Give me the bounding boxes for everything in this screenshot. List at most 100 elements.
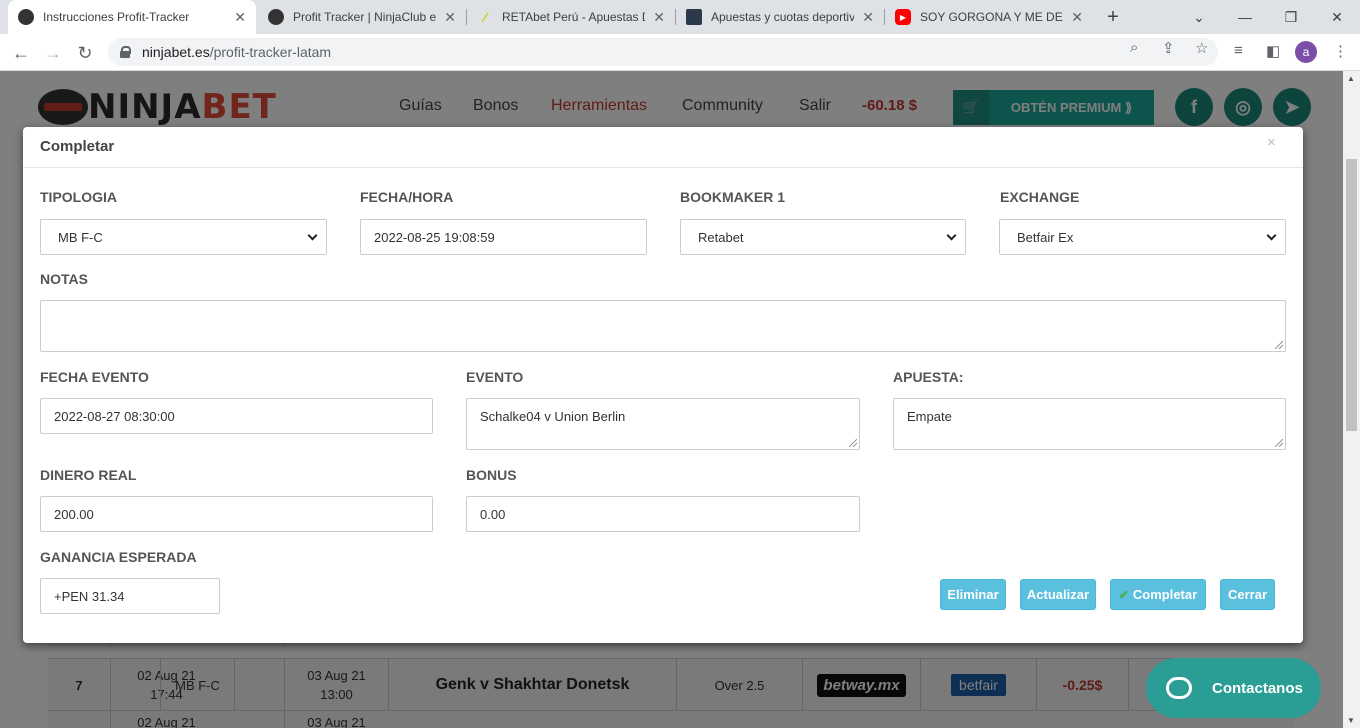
page-scrollbar[interactable]: ▲ ▼ bbox=[1343, 71, 1360, 728]
close-icon: ✕ bbox=[1331, 8, 1343, 25]
chevron-down-icon bbox=[307, 230, 318, 240]
completar-label: Completar bbox=[1132, 587, 1198, 602]
reload-button[interactable]: ↻ bbox=[72, 40, 98, 66]
tab-title: SOY GORGONA Y ME DEST bbox=[920, 10, 1064, 24]
completar-button[interactable]: ✔ Completar bbox=[1110, 579, 1206, 610]
betting-favicon-icon bbox=[686, 9, 702, 25]
chevron-down-icon bbox=[1266, 230, 1277, 240]
lock-icon bbox=[120, 46, 131, 58]
exchange-select[interactable]: Betfair Ex bbox=[999, 219, 1286, 255]
resize-grip-icon[interactable] bbox=[1275, 341, 1283, 349]
fecha-evento-input[interactable]: 2022-08-27 08:30:00 bbox=[40, 398, 433, 434]
resize-grip-icon[interactable] bbox=[1275, 439, 1283, 447]
more-menu-icon[interactable]: ⋮ bbox=[1333, 42, 1348, 60]
minimize-button[interactable]: — bbox=[1222, 0, 1268, 34]
tab-title: Instrucciones Profit-Tracker bbox=[43, 10, 190, 24]
bookmaker-label: BOOKMAKER 1 bbox=[680, 189, 786, 205]
chat-label: Contactanos bbox=[1212, 679, 1303, 697]
close-window-button[interactable]: ✕ bbox=[1314, 0, 1360, 34]
arrow-right-icon: → bbox=[44, 42, 62, 63]
url-path: /profit-tracker-latam bbox=[209, 44, 332, 60]
evento-label: EVENTO bbox=[466, 369, 524, 385]
minimize-icon: — bbox=[1238, 9, 1252, 25]
close-tab-icon[interactable]: ✕ bbox=[653, 9, 665, 26]
apuesta-value: Empate bbox=[907, 409, 952, 424]
browser-tab[interactable]: Instrucciones Profit-Tracker ✕ bbox=[8, 0, 256, 34]
bookmark-star-icon[interactable]: ☆ bbox=[1195, 39, 1208, 57]
exchange-value: Betfair Ex bbox=[1017, 229, 1074, 245]
apuesta-textarea[interactable]: Empate bbox=[893, 398, 1286, 450]
close-tab-icon[interactable]: ✕ bbox=[444, 9, 456, 26]
evento-textarea[interactable]: Schalke04 v Union Berlin bbox=[466, 398, 860, 450]
modal-header: Completar × bbox=[23, 127, 1303, 168]
back-button[interactable]: ← bbox=[8, 40, 34, 66]
ninja-favicon-icon bbox=[268, 9, 284, 25]
scrollbar-thumb[interactable] bbox=[1346, 159, 1357, 431]
fecha-hora-input[interactable]: 2022-08-25 19:08:59 bbox=[360, 219, 647, 255]
fecha-hora-label: FECHA/HORA bbox=[360, 189, 454, 205]
chevron-down-icon bbox=[946, 230, 957, 240]
browser-tab[interactable]: ⁄ RETAbet Perú - Apuestas D ✕ bbox=[467, 0, 675, 34]
forward-button[interactable]: → bbox=[40, 40, 66, 66]
tab-title: Apuestas y cuotas deportiv bbox=[711, 10, 855, 24]
scroll-up-icon[interactable]: ▲ bbox=[1347, 74, 1355, 83]
zoom-icon[interactable]: ⌕ bbox=[1130, 39, 1138, 56]
tab-title: Profit Tracker | NinjaClub el bbox=[293, 10, 437, 24]
fecha-evento-label: FECHA EVENTO bbox=[40, 369, 149, 385]
browser-tab[interactable]: ▶ SOY GORGONA Y ME DEST ✕ bbox=[885, 0, 1093, 34]
tab-title: RETAbet Perú - Apuestas D bbox=[502, 10, 646, 24]
completar-modal: Completar × TIPOLOGIA MB F-C FECHA/HORA … bbox=[23, 127, 1303, 643]
chat-button[interactable]: Contactanos bbox=[1146, 658, 1321, 718]
retabet-favicon-icon: ⁄ bbox=[483, 9, 487, 25]
url-text: ninjabet.es/profit-tracker-latam bbox=[142, 44, 331, 60]
ninja-favicon-icon bbox=[18, 9, 34, 25]
notas-textarea[interactable] bbox=[40, 300, 1286, 352]
reload-icon: ↻ bbox=[77, 42, 93, 63]
restore-icon: ❐ bbox=[1284, 8, 1298, 25]
apuesta-label: APUESTA: bbox=[893, 369, 964, 385]
ganancia-input[interactable]: +PEN 31.34 bbox=[40, 578, 220, 614]
exchange-label: EXCHANGE bbox=[1000, 189, 1080, 205]
tipologia-value: MB F-C bbox=[58, 229, 103, 245]
resize-grip-icon[interactable] bbox=[849, 439, 857, 447]
tab-search-button[interactable]: ⌄ bbox=[1176, 0, 1222, 34]
notas-label: NOTAS bbox=[40, 271, 88, 287]
cerrar-button[interactable]: Cerrar bbox=[1220, 579, 1275, 610]
bonus-label: BONUS bbox=[466, 467, 517, 483]
url-domain: ninjabet.es bbox=[142, 44, 210, 60]
evento-value: Schalke04 v Union Berlin bbox=[480, 409, 626, 424]
tipologia-select[interactable]: MB F-C bbox=[40, 219, 327, 255]
media-control-icon[interactable]: ≡ bbox=[1234, 42, 1243, 59]
close-tab-icon[interactable]: ✕ bbox=[234, 9, 246, 26]
browser-tab[interactable]: Apuestas y cuotas deportiv ✕ bbox=[676, 0, 884, 34]
profile-avatar[interactable]: a bbox=[1295, 41, 1317, 63]
check-icon: ✔ bbox=[1118, 587, 1129, 602]
bookmaker-value: Retabet bbox=[698, 229, 744, 245]
dinero-real-input[interactable]: 200.00 bbox=[40, 496, 433, 532]
dinero-real-label: DINERO REAL bbox=[40, 467, 137, 483]
eliminar-button[interactable]: Eliminar bbox=[940, 579, 1006, 610]
close-tab-icon[interactable]: ✕ bbox=[1071, 9, 1083, 26]
tipologia-label: TIPOLOGIA bbox=[40, 189, 117, 205]
plus-icon: + bbox=[1107, 5, 1119, 28]
scroll-down-icon[interactable]: ▼ bbox=[1347, 716, 1355, 725]
bookmaker-select[interactable]: Retabet bbox=[680, 219, 966, 255]
close-icon[interactable]: × bbox=[1267, 134, 1276, 151]
browser-toolbar: ← → ↻ ninjabet.es/profit-tracker-latam ⌕… bbox=[0, 34, 1360, 71]
chat-bubble-icon bbox=[1166, 677, 1192, 699]
modal-title: Completar bbox=[40, 138, 115, 155]
restore-button[interactable]: ❐ bbox=[1268, 0, 1314, 34]
new-tab-button[interactable]: + bbox=[1090, 0, 1136, 34]
ganancia-label: GANANCIA ESPERADA bbox=[40, 549, 197, 565]
browser-tab-bar: Instrucciones Profit-Tracker ✕ Profit Tr… bbox=[0, 0, 1360, 34]
close-tab-icon[interactable]: ✕ bbox=[862, 9, 874, 26]
share-icon[interactable]: ⇪ bbox=[1162, 39, 1175, 57]
arrow-left-icon: ← bbox=[12, 42, 30, 63]
chevron-down-icon: ⌄ bbox=[1193, 8, 1205, 25]
address-bar[interactable]: ninjabet.es/profit-tracker-latam bbox=[108, 38, 1218, 66]
side-panel-icon[interactable]: ◧ bbox=[1266, 42, 1280, 60]
browser-tab[interactable]: Profit Tracker | NinjaClub el ✕ bbox=[258, 0, 466, 34]
youtube-favicon-icon: ▶ bbox=[895, 9, 911, 25]
actualizar-button[interactable]: Actualizar bbox=[1020, 579, 1096, 610]
bonus-input[interactable]: 0.00 bbox=[466, 496, 860, 532]
